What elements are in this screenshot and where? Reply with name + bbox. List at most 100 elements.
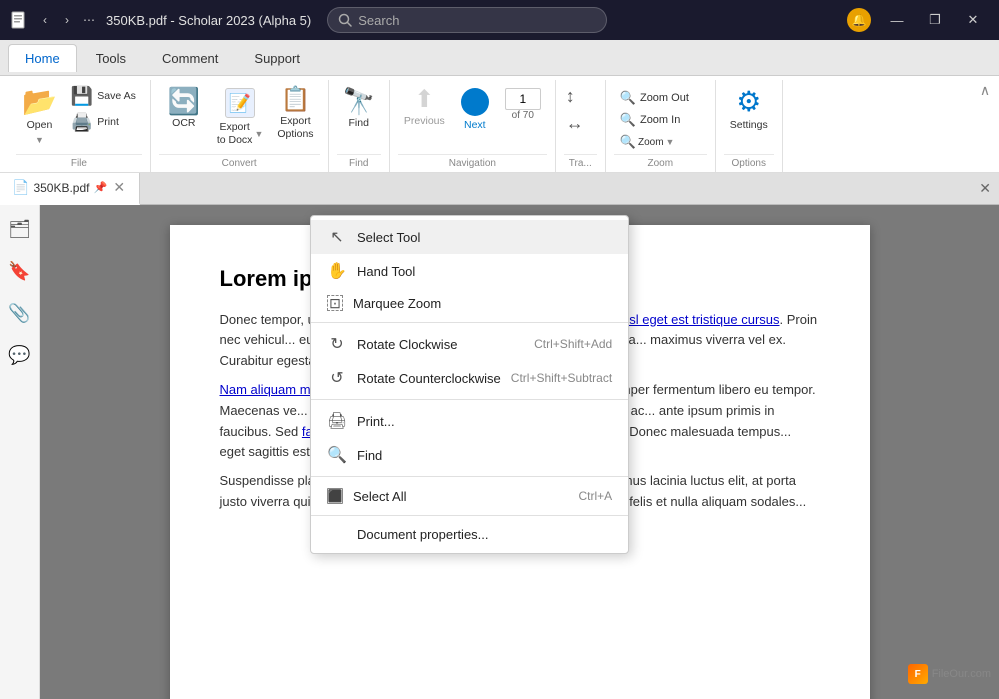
zoom-in-icon: 🔍 — [620, 112, 636, 128]
zoom-group-items: 🔍 Zoom Out 🔍 Zoom In 🔍 Zoom ▼ — [614, 80, 707, 152]
hand-tool-label: Hand Tool — [357, 264, 415, 279]
ctx-find-icon: 🔍 — [327, 445, 347, 465]
previous-page-button[interactable]: ⬆ Previous — [398, 84, 451, 132]
ocr-label: OCR — [172, 117, 195, 130]
file-group-items: 📂 Open ▼ 💾 Save As 🖨️ Print — [16, 80, 142, 152]
settings-label: Settings — [730, 119, 768, 132]
window-title: 350KB.pdf - Scholar 2023 (Alpha 5) — [106, 13, 311, 28]
zoom-dropdown-button[interactable]: 🔍 Zoom ▼ — [614, 132, 695, 152]
save-as-button[interactable]: 💾 Save As — [65, 84, 142, 108]
transform-icon-1[interactable]: ↕ — [564, 84, 577, 109]
options-group-label: Options — [724, 154, 774, 172]
ctx-select-all-icon: ⬛ — [327, 488, 343, 504]
settings-button[interactable]: ⚙ Settings — [724, 84, 774, 136]
menu-button[interactable]: ⋯ — [80, 11, 98, 29]
context-menu: ↖ Select Tool ✋ Hand Tool ⊡ Marquee Zoom… — [310, 215, 629, 554]
search-bar[interactable] — [327, 7, 607, 33]
export-to-doc-button[interactable]: 📝 Exportto Docx ▼ — [211, 84, 270, 150]
page-number-input[interactable] — [505, 88, 541, 110]
notification-badge[interactable]: 🔔 — [847, 8, 871, 32]
hand-tool-icon: ✋ — [327, 261, 347, 281]
zoom-out-icon: 🔍 — [620, 90, 636, 106]
zoom-dropdown-label: Zoom — [638, 137, 664, 148]
watermark-logo: F — [908, 664, 928, 684]
zoom-out-button[interactable]: 🔍 Zoom Out — [614, 88, 695, 108]
next-page-button[interactable]: ⬇ Next — [453, 84, 497, 136]
ribbon-group-convert: 🔄 OCR 📝 Exportto Docx ▼ 📋 ExportOptions … — [151, 80, 329, 172]
tab-support[interactable]: Support — [237, 44, 317, 72]
back-button[interactable]: ‹ — [36, 11, 54, 29]
ctx-select-all-left: ⬛ Select All — [327, 488, 406, 504]
find-button[interactable]: 🔭 Find — [337, 84, 381, 134]
doc-tab-filename: 350KB.pdf — [33, 181, 89, 195]
doc-area-close-button[interactable]: ✕ — [971, 180, 999, 197]
sidebar-item-bookmarks[interactable]: 🔖 — [4, 255, 36, 287]
ctx-hand-tool-left: ✋ Hand Tool — [327, 261, 415, 281]
sidebar-item-pages[interactable]: 🗂 — [4, 213, 36, 245]
rotate-ccw-icon: ↺ — [327, 368, 347, 388]
ctx-divider-4 — [311, 515, 628, 516]
minimize-button[interactable]: — — [879, 4, 915, 36]
export-options-button[interactable]: 📋 ExportOptions — [271, 84, 319, 144]
zoom-group-label: Zoom — [614, 154, 707, 172]
ribbon-group-file: 📂 Open ▼ 💾 Save As 🖨️ Print File — [8, 80, 151, 172]
page-total: of 70 — [512, 110, 534, 121]
sidebar-item-comments[interactable]: 💬 — [4, 339, 36, 371]
previous-label: Previous — [404, 115, 445, 128]
options-group-items: ⚙ Settings — [724, 80, 774, 152]
marquee-zoom-icon: ⊡ — [327, 295, 343, 311]
export-options-label: ExportOptions — [277, 115, 313, 140]
ctx-select-tool-left: ↖ Select Tool — [327, 227, 420, 247]
transform-icon-2[interactable]: ↔ — [564, 111, 586, 136]
ctx-select-all-label: Select All — [353, 489, 406, 504]
rotate-cw-shortcut: Ctrl+Shift+Add — [534, 337, 612, 351]
convert-group-label: Convert — [159, 154, 320, 172]
context-menu-marquee-zoom[interactable]: ⊡ Marquee Zoom — [311, 288, 628, 318]
find-group-items: 🔭 Find — [337, 80, 381, 152]
tab-comment[interactable]: Comment — [145, 44, 235, 72]
open-dropdown-arrow: ▼ — [35, 135, 44, 145]
sidebar-item-attachments[interactable]: 📎 — [4, 297, 36, 329]
titlebar-nav-controls: ‹ › ⋯ — [36, 11, 98, 29]
ocr-button[interactable]: 🔄 OCR — [159, 84, 209, 134]
ctx-print-icon: 🖨 — [327, 411, 347, 431]
context-menu-print[interactable]: 🖨 Print... — [311, 404, 628, 438]
watermark: F FileOur.com — [908, 664, 991, 684]
rotate-cw-label: Rotate Clockwise — [357, 337, 457, 352]
zoom-controls: 🔍 Zoom Out 🔍 Zoom In 🔍 Zoom ▼ — [614, 84, 695, 152]
open-icon: 📂 — [22, 88, 57, 116]
nav-group-items: ⬆ Previous ⬇ Next of 70 — [398, 80, 547, 152]
ribbon-collapse-button[interactable]: ∧ — [975, 80, 995, 100]
ribbon-group-find: 🔭 Find Find — [329, 80, 390, 172]
context-menu-find[interactable]: 🔍 Find — [311, 438, 628, 472]
context-menu-rotate-ccw[interactable]: ↺ Rotate Counterclockwise Ctrl+Shift+Sub… — [311, 361, 628, 395]
close-button[interactable]: ✕ — [955, 4, 991, 36]
context-menu-doc-properties[interactable]: Document properties... — [311, 520, 628, 549]
maximize-button[interactable]: ❐ — [917, 4, 953, 36]
doc-tab-close-button[interactable]: ✕ — [111, 180, 127, 196]
ribbon-group-navigation: ⬆ Previous ⬇ Next of 70 Navigation — [390, 80, 556, 172]
tab-tools[interactable]: Tools — [79, 44, 143, 72]
search-input[interactable] — [358, 13, 558, 28]
context-menu-select-all[interactable]: ⬛ Select All Ctrl+A — [311, 481, 628, 511]
watermark-text: FileOur.com — [932, 668, 991, 680]
doc-tab-pin-icon[interactable]: 📌 — [93, 181, 107, 194]
context-menu-hand-tool[interactable]: ✋ Hand Tool — [311, 254, 628, 288]
context-menu-rotate-cw[interactable]: ↻ Rotate Clockwise Ctrl+Shift+Add — [311, 327, 628, 361]
ctx-divider-2 — [311, 399, 628, 400]
forward-button[interactable]: › — [58, 11, 76, 29]
zoom-in-button[interactable]: 🔍 Zoom In — [614, 110, 695, 130]
page-nav-input-wrap: of 70 — [499, 84, 547, 125]
next-icon: ⬇ — [461, 88, 489, 116]
ctx-rotate-cw-left: ↻ Rotate Clockwise — [327, 334, 457, 354]
window-controls: — ❐ ✕ — [879, 4, 991, 36]
export-options-icon: 📋 — [281, 88, 311, 112]
tab-home[interactable]: Home — [8, 44, 77, 72]
print-button[interactable]: 🖨️ Print — [65, 110, 142, 134]
tra-group-label: Tra... — [564, 154, 597, 172]
document-tab[interactable]: 📄 350KB.pdf 📌 ✕ — [0, 173, 140, 205]
context-menu-select-tool[interactable]: ↖ Select Tool — [311, 220, 628, 254]
open-button[interactable]: 📂 Open ▼ — [16, 84, 63, 149]
export-doc-label: Exportto Docx — [217, 121, 253, 146]
search-icon — [338, 13, 352, 27]
